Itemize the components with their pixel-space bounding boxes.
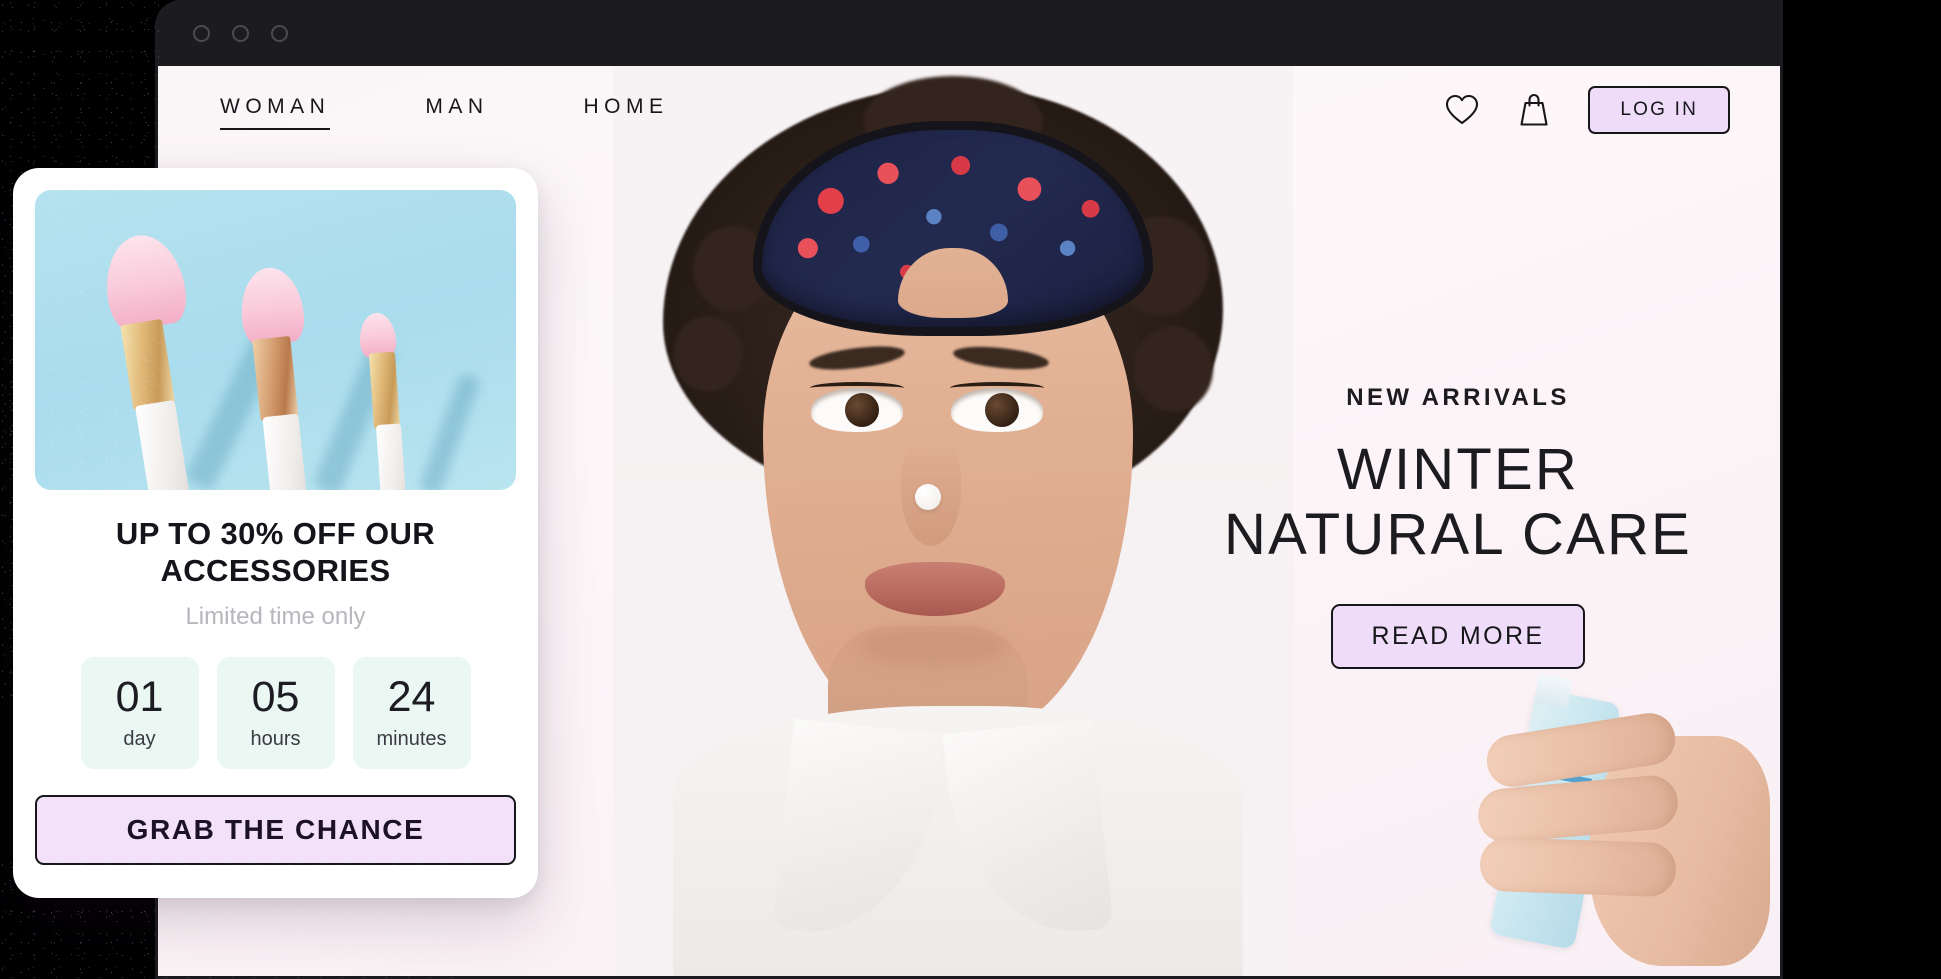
login-button[interactable]: LOG IN [1588, 86, 1730, 134]
countdown-label: day [123, 727, 156, 750]
screenshot-stage: WOMAN MAN HOME LOG IN NEW ARRIVALS WINTE… [0, 0, 1941, 979]
countdown-label: minutes [376, 727, 447, 750]
primary-nav: WOMAN MAN HOME [220, 91, 764, 130]
brush-ferrule [252, 335, 299, 422]
countdown-box-day: 01 day [80, 657, 199, 770]
hero-eyebrow: NEW ARRIVALS [1346, 384, 1570, 411]
brush-bristles [236, 264, 307, 347]
countdown-value: 05 [251, 672, 300, 721]
model-iris-left [845, 393, 879, 427]
brush-bristles [98, 229, 191, 333]
window-minimize-dot[interactable] [232, 24, 249, 42]
makeup-brush-medium [236, 263, 335, 490]
promo-headline: UP TO 30% OFF OUR ACCESSORIES [115, 516, 436, 588]
brush-shadow [418, 371, 482, 490]
nav-link-home[interactable]: HOME [584, 91, 669, 130]
countdown-value: 01 [115, 672, 164, 721]
promo-brushes-image [35, 190, 516, 490]
model-lashes-left [810, 382, 904, 394]
model-iris-right [985, 393, 1019, 427]
brush-handle [135, 399, 191, 490]
countdown-timer: 01 day 05 hours 24 minutes [35, 657, 516, 770]
brush-handle [375, 423, 407, 490]
countdown-box-hours: 05 hours [216, 657, 335, 770]
window-close-dot[interactable] [193, 24, 210, 42]
bottle-cap [1533, 673, 1573, 709]
model-lashes-right [950, 382, 1044, 394]
hero-copy-block: NEW ARRIVALS WINTER NATURAL CARE READ MO… [1178, 384, 1738, 669]
countdown-value: 24 [387, 672, 436, 721]
window-maximize-dot[interactable] [271, 24, 288, 42]
promo-subtitle: Limited time only [185, 603, 366, 631]
hair-curl [673, 316, 743, 392]
promo-countdown-card: UP TO 30% OFF OUR ACCESSORIES Limited ti… [13, 168, 538, 898]
product-hand-with-bottle [1450, 673, 1780, 976]
read-more-button[interactable]: READ MORE [1331, 603, 1585, 669]
brush-ferrule [120, 318, 176, 411]
shopping-bag-icon[interactable] [1516, 92, 1552, 128]
cream-dot [915, 484, 941, 510]
countdown-box-minutes: 24 minutes [352, 657, 471, 770]
brush-handle [262, 413, 308, 490]
brush-ferrule [368, 351, 401, 430]
browser-titlebar [155, 0, 1783, 66]
heart-icon[interactable] [1444, 92, 1480, 128]
hero-title: WINTER NATURAL CARE [1224, 437, 1692, 567]
hand-finger [1479, 836, 1677, 898]
countdown-label: hours [250, 727, 301, 750]
nav-link-woman[interactable]: WOMAN [220, 91, 331, 130]
makeup-brush-small [358, 311, 419, 490]
grab-the-chance-button[interactable]: GRAB THE CHANCE [35, 795, 516, 866]
chin-shadow [858, 626, 1008, 666]
makeup-brush-large [98, 229, 223, 490]
nav-actions: LOG IN [1444, 86, 1730, 134]
sleep-mask-nose-notch [898, 248, 1008, 318]
nav-link-man[interactable]: MAN [425, 91, 488, 130]
site-navbar: WOMAN MAN HOME LOG IN [158, 66, 1780, 154]
